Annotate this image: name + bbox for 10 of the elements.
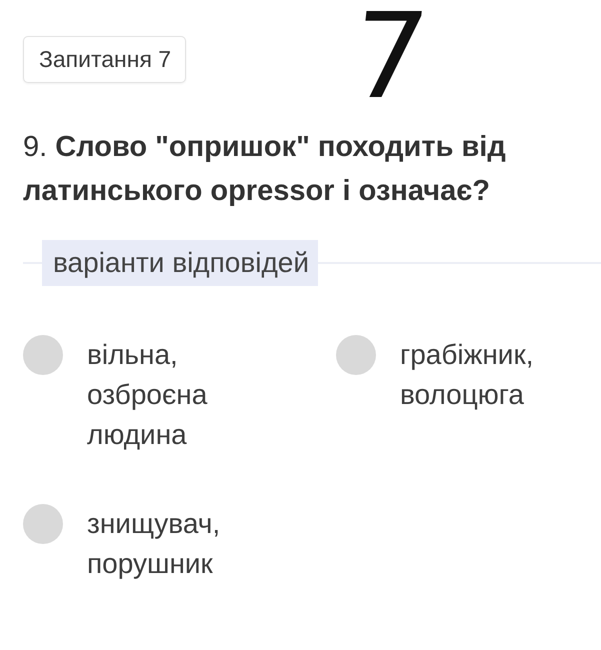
question-text: 9. Слово "опришок" походить від латинського opressor і означає? — [23, 130, 507, 209]
section-label: варіанти відповідей — [42, 240, 318, 286]
handwritten-number: 7 — [346, 4, 433, 108]
question-number-label: Запитання 7 — [23, 36, 186, 83]
answer-option[interactable]: грабіжник, волоцюга — [336, 335, 585, 455]
radio-button[interactable] — [336, 335, 376, 375]
answer-option[interactable]: знищувач, порушник — [23, 504, 272, 584]
radio-button[interactable] — [23, 335, 63, 375]
radio-button[interactable] — [23, 504, 63, 544]
answer-option[interactable]: вільна, озброєна людина — [23, 335, 272, 455]
